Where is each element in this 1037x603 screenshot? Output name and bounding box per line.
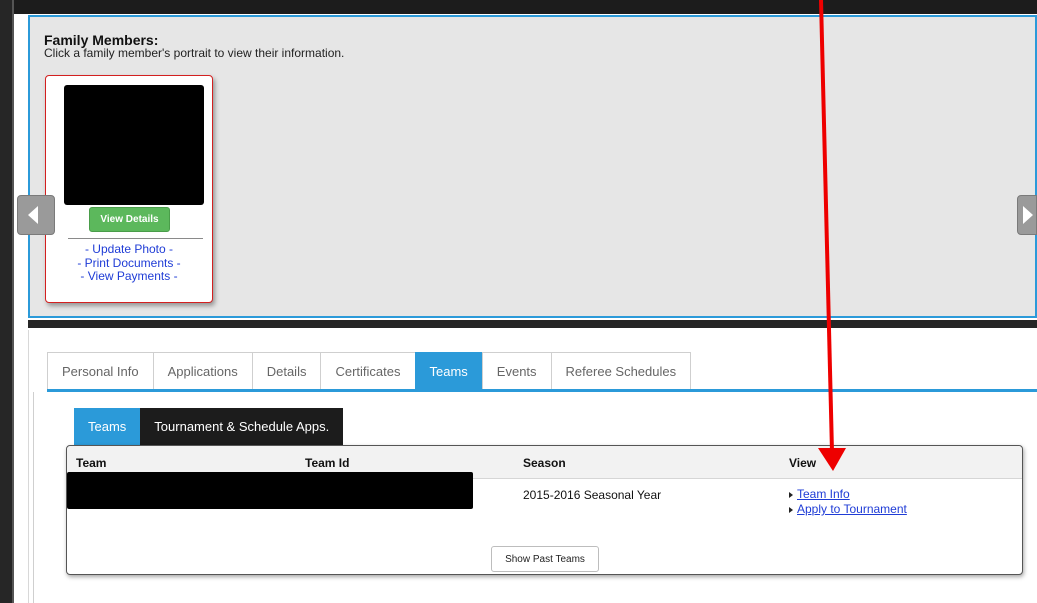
sub-tab-bar: Teams Tournament & Schedule Apps. xyxy=(74,408,344,445)
view-details-button[interactable]: View Details xyxy=(89,207,170,232)
column-header-team: Team xyxy=(76,456,107,470)
show-past-teams-button[interactable]: Show Past Teams xyxy=(491,546,599,572)
column-header-team-id: Team Id xyxy=(305,456,350,470)
window-left-edge xyxy=(0,0,14,603)
subtab-teams[interactable]: Teams xyxy=(74,408,141,445)
chevron-right-icon xyxy=(1023,206,1033,224)
section-separator xyxy=(28,320,1037,328)
subtab-tournament-schedule-apps[interactable]: Tournament & Schedule Apps. xyxy=(140,408,344,445)
update-photo-link[interactable]: - Update Photo - xyxy=(46,242,212,257)
main-tab-bar: Personal Info Applications Details Certi… xyxy=(47,352,692,390)
card-links: - Update Photo - - Print Documents - - V… xyxy=(46,242,212,284)
team-info-link[interactable]: Team Info xyxy=(789,487,907,502)
carousel-next-button[interactable] xyxy=(1017,195,1037,235)
family-members-panel: Family Members: Click a family member's … xyxy=(28,15,1037,318)
apply-to-tournament-link-label: Apply to Tournament xyxy=(797,502,907,516)
tab-referee-schedules[interactable]: Referee Schedules xyxy=(550,352,692,390)
tab-personal-info[interactable]: Personal Info xyxy=(47,352,153,390)
carousel-prev-button[interactable] xyxy=(17,195,55,235)
tab-applications[interactable]: Applications xyxy=(152,352,252,390)
tab-teams[interactable]: Teams xyxy=(414,352,482,390)
member-portrait-redacted[interactable] xyxy=(64,85,204,205)
chevron-left-icon xyxy=(28,206,38,224)
family-members-subtitle: Click a family member's portrait to view… xyxy=(44,46,345,60)
bullet-arrow-icon xyxy=(789,491,793,498)
view-payments-link[interactable]: - View Payments - xyxy=(46,269,212,284)
redacted-team-info xyxy=(67,472,473,509)
family-member-card[interactable]: View Details - Update Photo - - Print Do… xyxy=(45,75,213,303)
tab-events[interactable]: Events xyxy=(481,352,551,390)
top-bar xyxy=(14,0,1037,14)
bullet-arrow-icon xyxy=(789,506,793,513)
card-divider xyxy=(68,238,203,239)
tab-details[interactable]: Details xyxy=(251,352,321,390)
family-members-title: Family Members: xyxy=(44,32,159,48)
apply-to-tournament-link[interactable]: Apply to Tournament xyxy=(789,502,907,517)
tab-certificates[interactable]: Certificates xyxy=(320,352,415,390)
teams-table: Team Team Id Season View 2015-2016 Seaso… xyxy=(66,445,1023,575)
column-header-view: View xyxy=(789,456,817,470)
season-cell: 2015-2016 Seasonal Year xyxy=(523,488,662,502)
view-links: Team Info Apply to Tournament xyxy=(789,487,907,517)
column-header-season: Season xyxy=(523,456,566,470)
print-documents-link[interactable]: - Print Documents - xyxy=(46,256,212,271)
team-info-link-label: Team Info xyxy=(797,487,850,501)
